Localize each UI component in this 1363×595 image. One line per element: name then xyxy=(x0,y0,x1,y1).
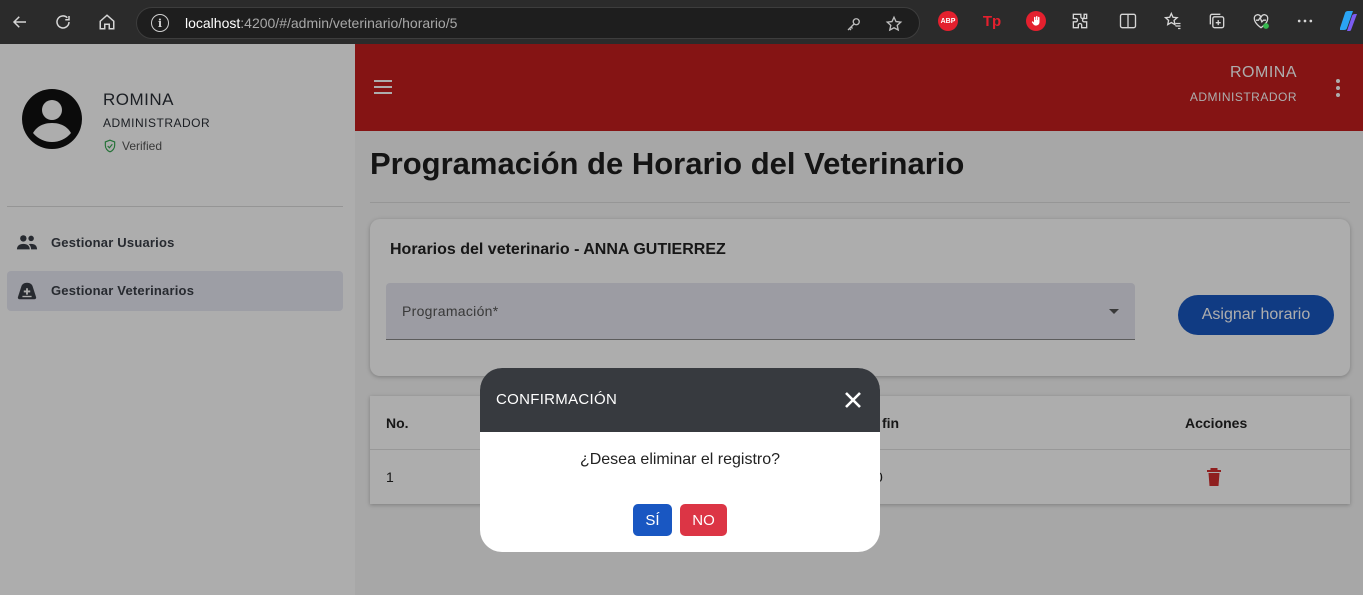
extensions-puzzle-icon[interactable] xyxy=(1070,11,1090,31)
adblock-extension-icon[interactable]: ABP xyxy=(938,11,958,31)
favorite-star-icon[interactable] xyxy=(885,15,903,33)
browser-essentials-icon[interactable] xyxy=(1251,11,1271,31)
copilot-icon[interactable] xyxy=(1334,8,1360,34)
tp-label: Tp xyxy=(982,12,1002,30)
key-icon[interactable] xyxy=(845,15,863,33)
address-bar[interactable]: i localhost:4200/#/admin/veterinario/hor… xyxy=(136,7,920,39)
collections-icon[interactable] xyxy=(1207,11,1227,31)
dialog-title: CONFIRMACIÓN xyxy=(496,391,618,408)
refresh-icon[interactable] xyxy=(51,10,75,34)
url-text[interactable]: localhost:4200/#/admin/veterinario/horar… xyxy=(185,15,457,31)
confirm-yes-button[interactable]: SÍ xyxy=(633,504,672,536)
favorites-icon[interactable] xyxy=(1163,11,1183,31)
browser-toolbar: i localhost:4200/#/admin/veterinario/hor… xyxy=(0,0,1363,44)
dialog-header: CONFIRMACIÓN xyxy=(480,368,880,432)
hand-extension-icon[interactable] xyxy=(1026,11,1046,31)
tp-extension-icon[interactable]: Tp xyxy=(982,11,1002,31)
site-info-icon[interactable]: i xyxy=(151,14,169,32)
close-icon[interactable] xyxy=(844,391,862,409)
home-icon[interactable] xyxy=(95,10,119,34)
more-menu-icon[interactable] xyxy=(1295,11,1315,31)
dialog-message: ¿Desea eliminar el registro? xyxy=(579,451,781,468)
back-icon[interactable] xyxy=(8,10,32,34)
abp-label: ABP xyxy=(940,17,956,25)
confirm-no-button[interactable]: NO xyxy=(680,504,727,536)
confirmation-dialog: CONFIRMACIÓN ¿Desea eliminar el registro… xyxy=(480,368,880,552)
split-screen-icon[interactable] xyxy=(1118,11,1138,31)
